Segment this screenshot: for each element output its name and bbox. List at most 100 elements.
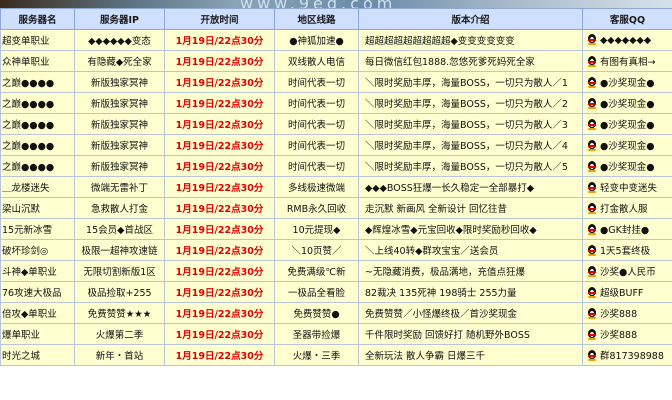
version-intro-cell[interactable]: 全新玩法 散人争霸 日爆三千	[358, 344, 583, 366]
server-name-cell[interactable]: 之巅●●●●	[0, 113, 75, 135]
server-ip-cell[interactable]: 新版独家冥神	[74, 113, 165, 135]
support-qq-cell[interactable]: ●沙奖现金●	[582, 113, 672, 135]
version-intro-cell[interactable]: 每日微信红包1888.忽悠死爹死妈死全家	[358, 50, 583, 72]
version-intro-cell[interactable]: 超超超超超超超超超◆变变变变变变	[358, 29, 583, 51]
version-intro-cell[interactable]: ＼限时奖励丰厚，海量BOSS，一切只为散人／5	[358, 155, 583, 177]
qq-label: 沙奖●人民币	[600, 267, 656, 278]
server-ip-cell[interactable]: 新年・首站	[74, 344, 165, 366]
support-qq-cell[interactable]: 群817398988	[582, 344, 672, 366]
table-row[interactable]: 爆单职业 火爆第二季 1月19日/22点30分 圣器带捡爆 千件限时奖励 回馈好打 随机…	[0, 323, 672, 345]
version-intro-cell[interactable]: ◆◆◆BOSS狂爆一长久稳定一全部暴打◆	[358, 176, 583, 198]
server-name-cell[interactable]: 倍攻◆单职业	[0, 302, 75, 324]
server-name-cell[interactable]: 之巅●●●●	[0, 155, 75, 177]
qq-penguin-icon[interactable]	[587, 350, 597, 361]
qq-penguin-icon[interactable]	[587, 224, 597, 235]
server-name-cell[interactable]: 之巅●●●●	[0, 134, 75, 156]
support-qq-cell[interactable]: 沙奖888	[582, 323, 672, 345]
version-intro-cell[interactable]: ~无隐藏消费，极品满地，充值点狂爆	[358, 260, 583, 282]
table-row[interactable]: 之巅●●●● 新版独家冥神 1月19日/22点30分 时间代表一切 ＼限时奖励丰厚，海量…	[0, 155, 672, 177]
server-name-cell[interactable]: 15元新冰雪	[0, 218, 75, 240]
table-row[interactable]: 时光之城 新年・首站 1月19日/22点30分 火爆・三季 全新玩法 散人争霸 日爆三千…	[0, 344, 672, 366]
table-row[interactable]: 之巅●●●● 新版独家冥神 1月19日/22点30分 时间代表一切 ＼限时奖励丰厚，海量…	[0, 134, 672, 156]
qq-penguin-icon[interactable]	[587, 308, 597, 319]
server-name-cell[interactable]: 76攻速大极品	[0, 281, 75, 303]
server-name-cell[interactable]: 超变单职业	[0, 29, 75, 51]
table-row[interactable]: 众神单职业 有隐藏◆死全家 1月19日/22点30分 双线散人电信 每日微信红包1888…	[0, 50, 672, 72]
server-ip-cell[interactable]: 急救散人打金	[74, 197, 165, 219]
table-row[interactable]: 之巅●●●● 新版独家冥神 1月19日/22点30分 时间代表一切 ＼限时奖励丰厚，海量…	[0, 71, 672, 93]
qq-penguin-icon[interactable]	[587, 161, 597, 172]
support-qq-cell[interactable]: ●GK封挂●	[582, 218, 672, 240]
version-intro-cell[interactable]: 千件限时奖励 回馈好打 随机野外BOSS	[358, 323, 583, 345]
server-name-cell[interactable]: 梁山沉默	[0, 197, 75, 219]
server-ip-cell[interactable]: 新版独家冥神	[74, 71, 165, 93]
table-row[interactable]: ＿龙楼迷失 微端无雷补丁 1月19日/22点30分 多线极速微端 ◆◆◆BOSS狂爆一长…	[0, 176, 672, 198]
qq-penguin-icon[interactable]	[587, 119, 597, 130]
version-intro-cell[interactable]: ＼限时奖励丰厚，海量BOSS，一切只为散人／2	[358, 92, 583, 114]
version-intro-cell[interactable]: 走沉默 新画风 全新设计 回忆往昔	[358, 197, 583, 219]
version-intro-cell[interactable]: ◆辉煌冰雪◆元宝回收◆限时奖励秒回收◆	[358, 218, 583, 240]
server-ip-cell[interactable]: 有隐藏◆死全家	[74, 50, 165, 72]
version-intro-cell[interactable]: 82裁决 135死神 198骑士 255力量	[358, 281, 583, 303]
table-row[interactable]: 超变单职业 ◆◆◆◆◆◆变态 1月19日/22点30分 ●神狐加速● 超超超超超超超超超…	[0, 29, 672, 51]
server-ip-cell[interactable]: 火爆第二季	[74, 323, 165, 345]
table-row[interactable]: 之巅●●●● 新版独家冥神 1月19日/22点30分 时间代表一切 ＼限时奖励丰厚，海量…	[0, 113, 672, 135]
version-intro-cell[interactable]: ＼上线40转◆群攻宝宝／送会员	[358, 239, 583, 261]
server-ip-cell[interactable]: 新版独家冥神	[74, 92, 165, 114]
server-name-cell[interactable]: 爆单职业	[0, 323, 75, 345]
server-name-cell[interactable]: 破坏珍剑◎	[0, 239, 75, 261]
support-qq-cell[interactable]: ●沙奖现金●	[582, 155, 672, 177]
table-row[interactable]: 倍攻◆单职业 免费赞赞★★★ 1月19日/22点30分 免费赞赞● 免费赞赞／小怪爆终极…	[0, 302, 672, 324]
version-intro-cell[interactable]: 免费赞赞／小怪爆终极／首沙奖现金	[358, 302, 583, 324]
server-ip-cell[interactable]: 极限一超神攻速链	[74, 239, 165, 261]
server-ip-cell[interactable]: 极品捡取+255	[74, 281, 165, 303]
server-name-cell[interactable]: 时光之城	[0, 344, 75, 366]
qq-penguin-icon[interactable]	[587, 98, 597, 109]
support-qq-cell[interactable]: 超级BUFF	[582, 281, 672, 303]
qq-penguin-icon[interactable]	[587, 266, 597, 277]
version-intro-cell[interactable]: ＼限时奖励丰厚，海量BOSS，一切只为散人／3	[358, 113, 583, 135]
support-qq-cell[interactable]: ●沙奖现金●	[582, 92, 672, 114]
support-qq-cell[interactable]: 轻变中变迷失	[582, 176, 672, 198]
support-qq-cell[interactable]: ●沙奖现金●	[582, 134, 672, 156]
qq-penguin-icon[interactable]	[587, 56, 597, 67]
table-row[interactable]: 76攻速大极品 极品捡取+255 1月19日/22点30分 一极品全看脸 82裁决 13…	[0, 281, 672, 303]
server-ip-cell[interactable]: 微端无雷补丁	[74, 176, 165, 198]
table-row[interactable]: 斗神◆单职业 无限切割新版1区 1月19日/22点30分 免费满级℃新 ~无隐藏消费，极…	[0, 260, 672, 282]
server-name-cell[interactable]: 之巅●●●●	[0, 71, 75, 93]
server-ip-cell[interactable]: 免费赞赞★★★	[74, 302, 165, 324]
version-intro-cell[interactable]: ＼限时奖励丰厚，海量BOSS，一切只为散人／4	[358, 134, 583, 156]
support-qq-cell[interactable]: 1天5套终极	[582, 239, 672, 261]
qq-penguin-icon[interactable]	[587, 287, 597, 298]
qq-penguin-icon[interactable]	[587, 77, 597, 88]
server-name-cell[interactable]: 众神单职业	[0, 50, 75, 72]
support-qq-cell[interactable]: ◆◆◆◆◆◆◆	[582, 29, 672, 51]
qq-label: 超级BUFF	[600, 288, 644, 299]
table-row[interactable]: 之巅●●●● 新版独家冥神 1月19日/22点30分 时间代表一切 ＼限时奖励丰厚，海量…	[0, 92, 672, 114]
support-qq-cell[interactable]: 有图有真相→	[582, 50, 672, 72]
support-qq-cell[interactable]: ●沙奖现金●	[582, 71, 672, 93]
table-row[interactable]: 15元新冰雪 15会员◆首战区 1月19日/22点30分 10元提现◆ ◆辉煌冰雪◆元宝…	[0, 218, 672, 240]
table-row[interactable]: 梁山沉默 急救散人打金 1月19日/22点30分 RMB永久回收 走沉默 新画风 全新设…	[0, 197, 672, 219]
server-ip-cell[interactable]: 无限切割新版1区	[74, 260, 165, 282]
col-header-region-line: 地区线路	[274, 8, 359, 30]
server-ip-cell[interactable]: ◆◆◆◆◆◆变态	[74, 29, 165, 51]
server-name-cell[interactable]: 之巅●●●●	[0, 92, 75, 114]
open-time-cell: 1月19日/22点30分	[164, 92, 275, 114]
server-ip-cell[interactable]: 新版独家冥神	[74, 155, 165, 177]
qq-penguin-icon[interactable]	[587, 182, 597, 193]
qq-penguin-icon[interactable]	[587, 329, 597, 340]
qq-penguin-icon[interactable]	[587, 245, 597, 256]
support-qq-cell[interactable]: 沙奖888	[582, 302, 672, 324]
qq-penguin-icon[interactable]	[587, 140, 597, 151]
version-intro-cell[interactable]: ＼限时奖励丰厚，海量BOSS，一切只为散人／1	[358, 71, 583, 93]
support-qq-cell[interactable]: 打金散人服	[582, 197, 672, 219]
server-name-cell[interactable]: ＿龙楼迷失	[0, 176, 75, 198]
qq-penguin-icon[interactable]	[587, 203, 597, 214]
qq-penguin-icon[interactable]	[587, 34, 597, 45]
table-row[interactable]: 破坏珍剑◎ 极限一超神攻速链 1月19日/22点30分 ＼10页赞／ ＼上线40转◆群攻…	[0, 239, 672, 261]
support-qq-cell[interactable]: 沙奖●人民币	[582, 260, 672, 282]
server-ip-cell[interactable]: 新版独家冥神	[74, 134, 165, 156]
server-ip-cell[interactable]: 15会员◆首战区	[74, 218, 165, 240]
server-name-cell[interactable]: 斗神◆单职业	[0, 260, 75, 282]
